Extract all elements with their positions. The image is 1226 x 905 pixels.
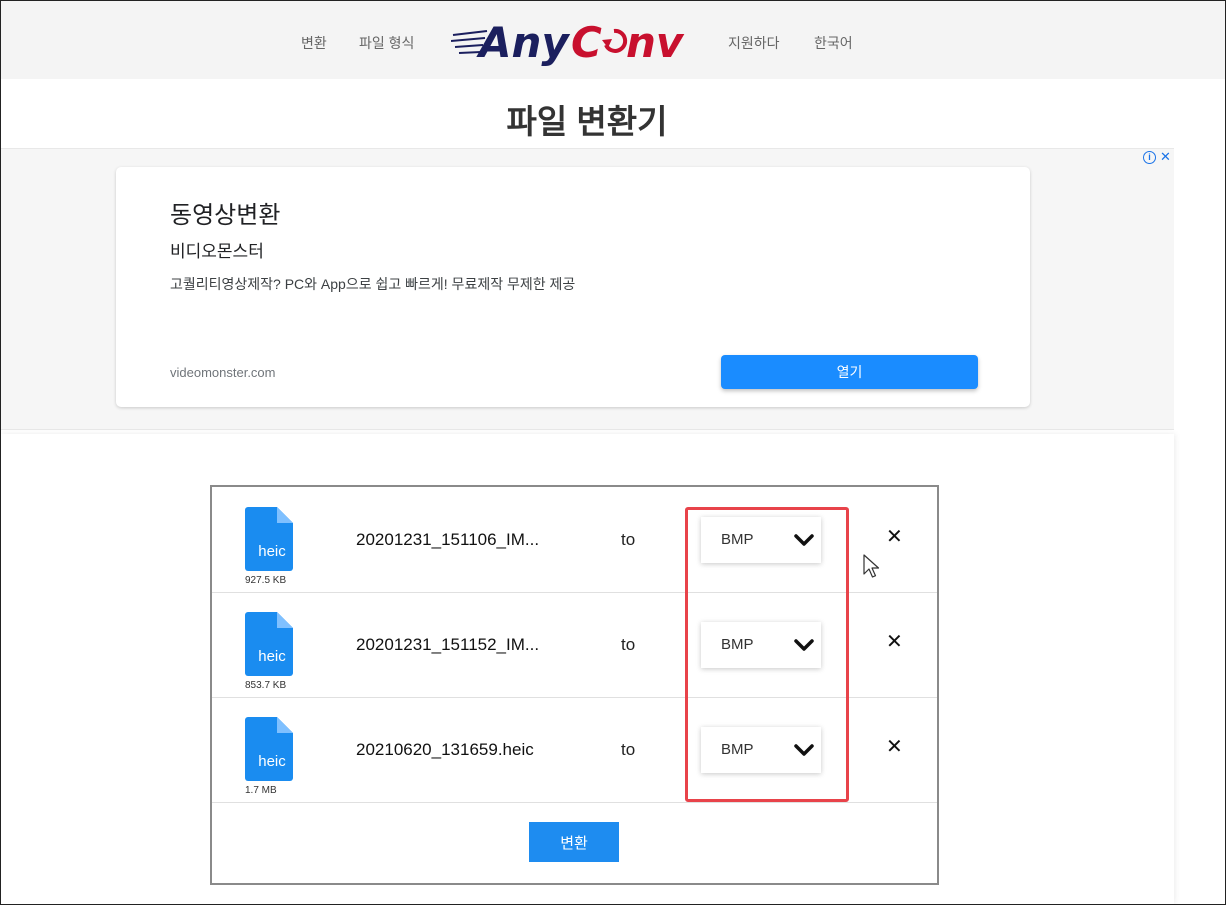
format-select-value: BMP [721,741,754,758]
file-row: heic 927.5 KB 20201231_151106_IM... to B… [212,487,937,593]
nav-support-link[interactable]: 지원하다 [728,33,780,53]
ad-url[interactable]: videomonster.com [170,365,276,380]
logo-c-text: C [571,18,602,67]
info-icon[interactable]: i [1143,150,1156,164]
ad-choices[interactable]: i ✕ [1143,149,1171,165]
heic-file-icon [245,507,293,571]
file-name: 20201231_151106_IM... [356,530,540,549]
file-row: heic 1.7 MB 20210620_131659.heic to BMP … [212,697,937,803]
page-title: 파일 변환기 [506,103,668,140]
format-select-value: BMP [721,636,754,653]
refresh-icon [602,28,628,53]
convert-button[interactable]: 변환 [529,822,619,862]
top-navigation-bar: 변환 파일 형식 Any C nv 지원하다 한국어 [1,1,1225,79]
to-label: to [621,740,636,759]
format-select[interactable]: BMP [701,517,821,563]
mouse-cursor-icon [863,554,880,578]
heic-file-icon [245,612,293,676]
nav-convert-link[interactable]: 변환 [301,33,327,53]
chevron-down-icon [794,639,814,651]
file-list: heic 927.5 KB 20201231_151106_IM... to B… [210,485,939,885]
anyconv-logo[interactable]: Any C nv [451,13,696,69]
close-icon[interactable]: ✕ [1160,149,1171,165]
ad-headline[interactable]: 동영상변환 [170,195,280,230]
heic-file-icon [245,717,293,781]
to-label: to [621,530,636,549]
format-select[interactable]: BMP [701,727,821,773]
file-row: heic 853.7 KB 20201231_151152_IM... to B… [212,592,937,698]
ad-advertiser: 비디오몬스터 [170,242,264,261]
chevron-down-icon [794,744,814,756]
file-name: 20210620_131659.heic [356,740,534,759]
remove-file-button[interactable]: ✕ [886,737,903,757]
file-size: 853.7 KB [245,680,287,691]
logo-nv-text: nv [626,18,685,67]
remove-file-button[interactable]: ✕ [886,527,903,547]
ad-card[interactable]: 동영상변환 비디오몬스터 고퀄리티영상제작? PC와 App으로 쉽고 빠르게!… [116,167,1030,407]
ad-body-text: 고퀄리티영상제작? PC와 App으로 쉽고 빠르게! 무료제작 무제한 제공 [170,276,576,292]
logo-any-text: Any [476,18,570,67]
format-select-value: BMP [721,531,754,548]
chevron-down-icon [794,534,814,546]
to-label: to [621,635,636,654]
ad-open-button[interactable]: 열기 [721,355,978,389]
file-size: 1.7 MB [245,785,277,796]
format-select[interactable]: BMP [701,622,821,668]
file-name: 20201231_151152_IM... [356,635,540,654]
nav-language-link[interactable]: 한국어 [814,33,853,53]
nav-formats-link[interactable]: 파일 형식 [359,33,414,53]
remove-file-button[interactable]: ✕ [886,632,903,652]
file-size: 927.5 KB [245,575,287,586]
